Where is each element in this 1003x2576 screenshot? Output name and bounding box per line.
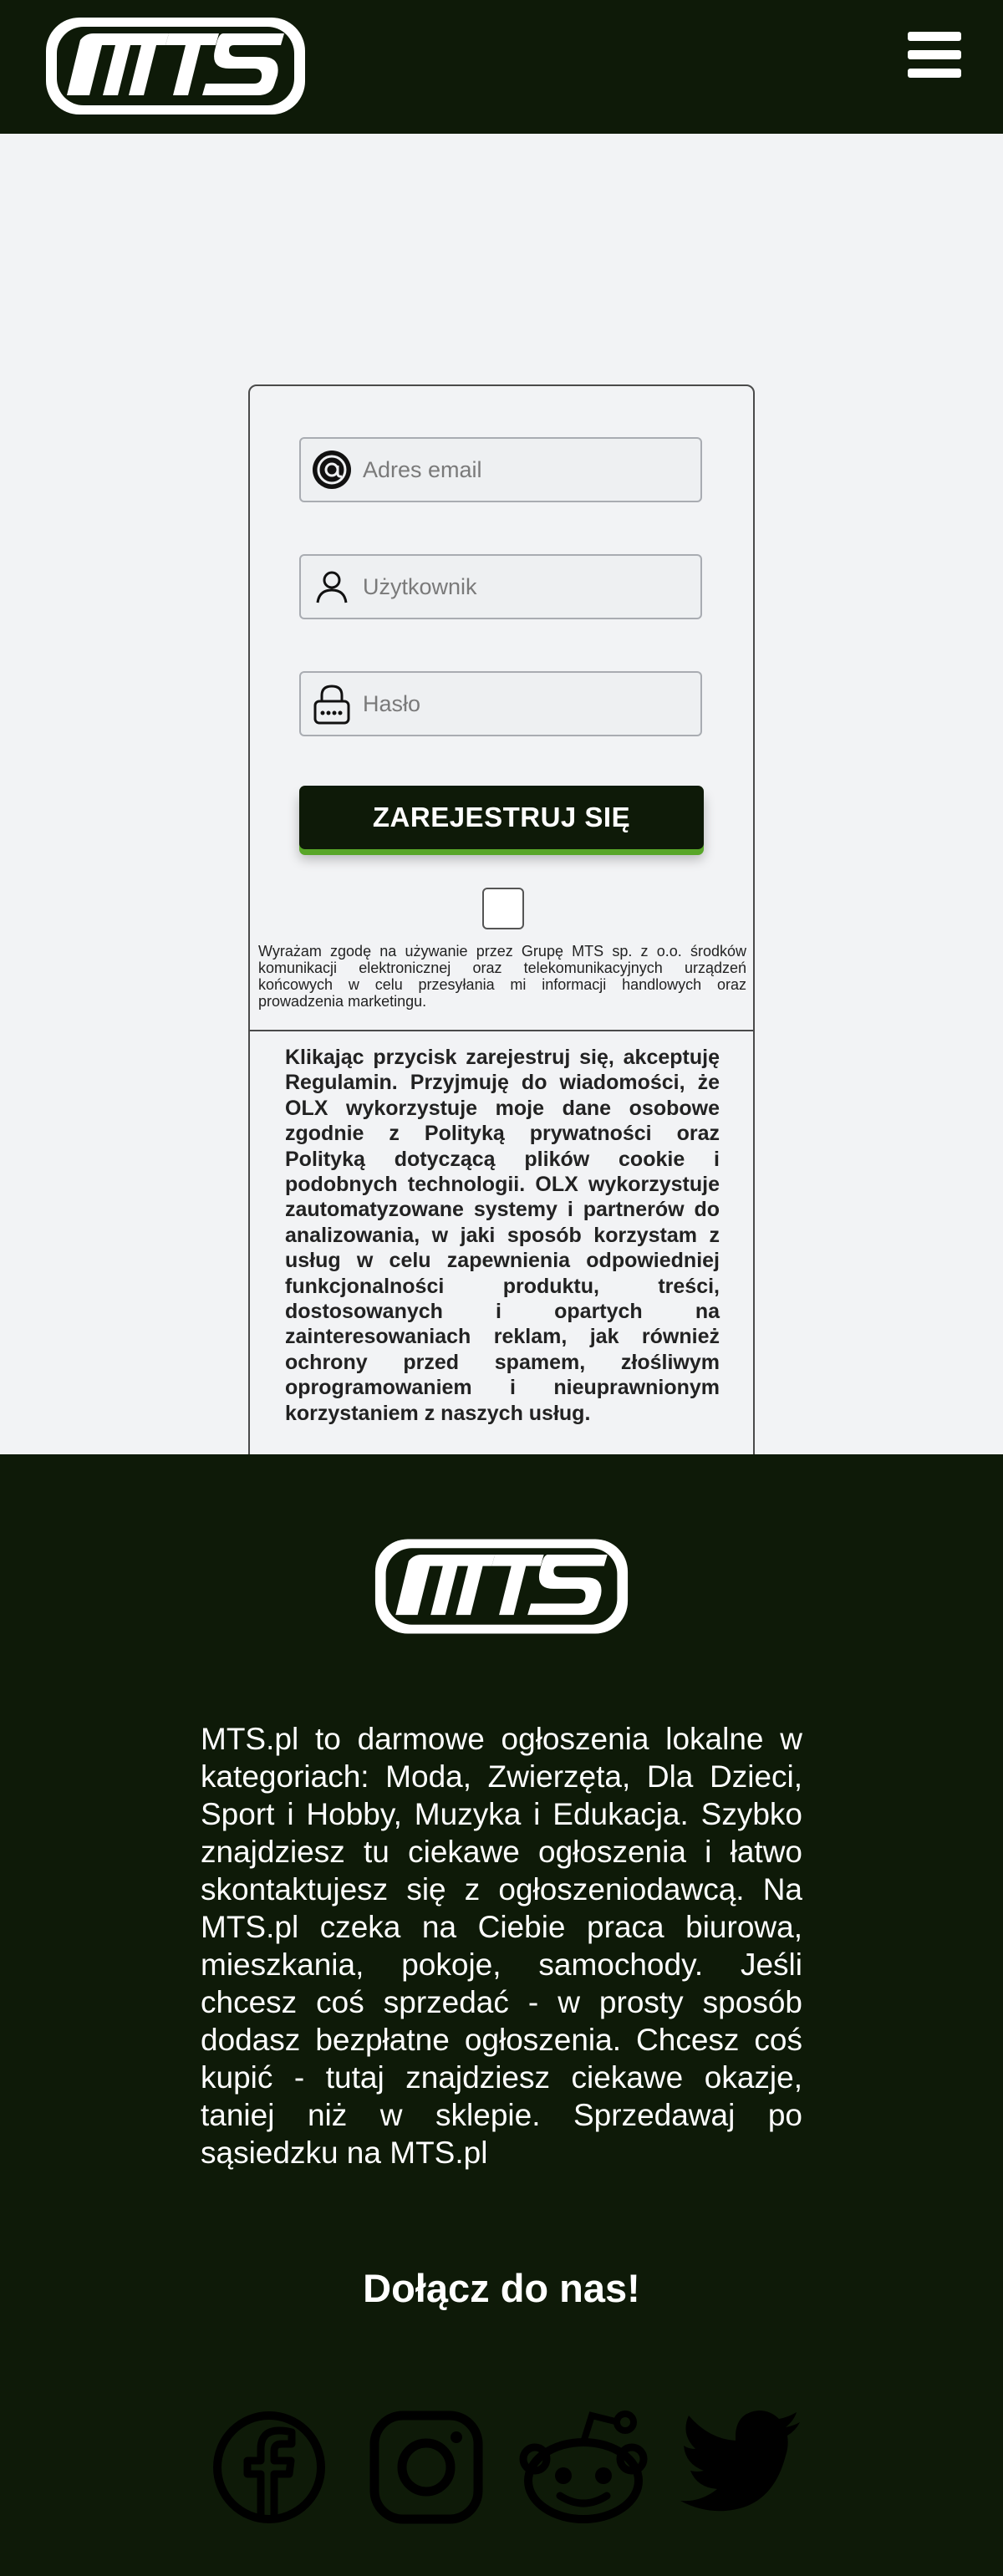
footer-logo[interactable]: [373, 1536, 630, 1637]
email-field[interactable]: [299, 437, 702, 502]
main-content: ZAREJESTRUJ SIĘ Wyrażam zgodę na używani…: [0, 134, 1003, 1474]
consent-checkbox[interactable]: [482, 888, 524, 929]
footer-description: MTS.pl to darmowe ogłoszenia lokalne w k…: [201, 1722, 802, 2170]
header-logo[interactable]: [43, 15, 308, 117]
mts-logo: [374, 1539, 629, 1634]
reddit-icon[interactable]: [517, 2409, 648, 2526]
consent-text: Wyrażam zgodę na używanie przez Grupę MT…: [258, 943, 746, 1010]
menu-bar: [908, 69, 961, 78]
twitter-icon[interactable]: [680, 2409, 800, 2526]
user-icon: [316, 571, 348, 603]
password-field[interactable]: [299, 671, 702, 736]
join-heading: Dołącz do nas!: [363, 2266, 640, 2310]
username-field[interactable]: [299, 554, 702, 619]
menu-bar: [908, 50, 961, 59]
site-header: [0, 0, 1003, 134]
username-input[interactable]: [363, 556, 694, 618]
at-sign-icon: [313, 451, 351, 489]
registration-card: ZAREJESTRUJ SIĘ Wyrażam zgodę na używani…: [248, 384, 755, 1474]
terms-text: Klikając przycisk zarejestruj się, akcep…: [285, 1046, 720, 1425]
divider: [250, 1030, 753, 1031]
facebook-icon[interactable]: [211, 2409, 328, 2526]
menu-bar: [908, 32, 961, 41]
hamburger-menu-icon[interactable]: [908, 32, 961, 79]
instagram-icon[interactable]: [368, 2409, 485, 2526]
site-footer: MTS.pl to darmowe ogłoszenia lokalne w k…: [0, 1454, 1003, 2576]
register-button[interactable]: ZAREJESTRUJ SIĘ: [299, 786, 704, 849]
lock-icon: [313, 685, 350, 725]
mts-logo: [46, 18, 305, 115]
email-input[interactable]: [363, 439, 694, 501]
password-input[interactable]: [363, 673, 694, 735]
